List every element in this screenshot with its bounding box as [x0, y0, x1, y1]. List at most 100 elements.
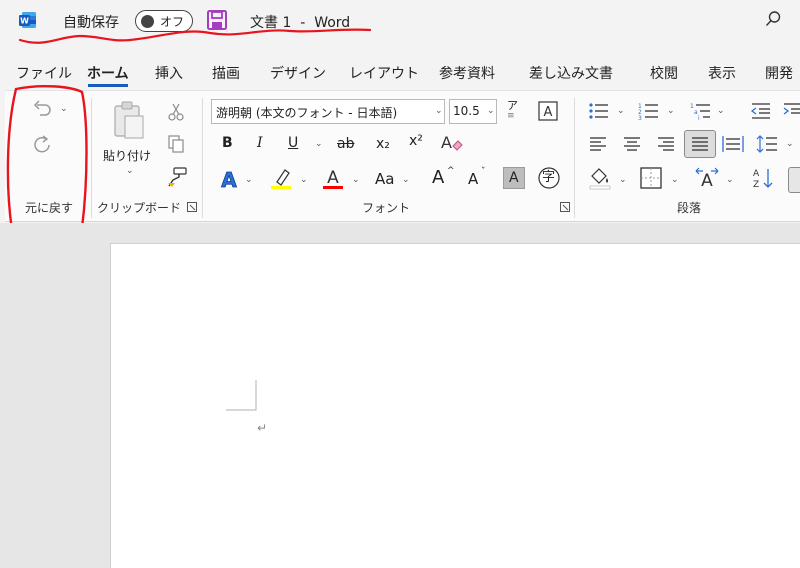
margin-corner-mark [226, 380, 257, 411]
save-icon[interactable] [206, 9, 228, 31]
cut-icon[interactable] [166, 102, 186, 122]
sort-icon[interactable]: A Z [752, 166, 774, 190]
character-border-icon[interactable]: A [538, 101, 558, 121]
document-title: 文書 1 - Word [250, 15, 351, 31]
paragraph-group-label: 段落 [677, 201, 702, 215]
font-name-dropdown-icon[interactable]: ⌄ [435, 106, 443, 116]
numbering-dropdown-icon[interactable]: ⌄ [667, 106, 675, 116]
svg-text:Z: Z [753, 180, 759, 190]
tab-insert[interactable]: 挿入 [155, 63, 183, 83]
shading-icon[interactable] [588, 166, 612, 190]
highlight-icon[interactable] [269, 166, 293, 190]
svg-text:i: i [698, 115, 700, 121]
align-left-icon[interactable] [588, 134, 608, 154]
multilevel-list-icon[interactable]: 1 a i [690, 101, 712, 121]
svg-text:A: A [544, 105, 553, 120]
tab-design[interactable]: デザイン [270, 63, 326, 83]
increase-indent-icon[interactable] [782, 101, 800, 121]
word-logo-icon[interactable]: W [18, 10, 38, 30]
bullets-icon[interactable] [588, 101, 610, 121]
phonetic-guide-lines-icon: ≡ [507, 111, 515, 121]
shrink-font-arrow-icon: ˇ [481, 167, 486, 177]
highlight-dropdown-icon[interactable]: ⌄ [300, 175, 308, 185]
tab-layout[interactable]: レイアウト [349, 63, 419, 83]
phonetic-guide-icon[interactable]: ア [507, 100, 518, 111]
clear-formatting-icon[interactable]: A [440, 132, 464, 154]
italic-button[interactable]: I [257, 136, 263, 150]
svg-text:A: A [701, 171, 713, 190]
document-page[interactable] [110, 243, 800, 568]
change-case-dropdown-icon[interactable]: ⌄ [402, 175, 410, 185]
font-color-icon[interactable]: A [322, 166, 344, 190]
undo-icon[interactable] [30, 99, 54, 121]
autosave-label: 自動保存 [63, 15, 119, 31]
show-hide-marks-button[interactable] [788, 167, 800, 193]
subscript-button[interactable]: x₂ [376, 137, 390, 151]
undo-dropdown-icon[interactable]: ⌄ [60, 104, 68, 114]
tab-mailings[interactable]: 差し込み文書 [529, 63, 613, 83]
undo-group-label: 元に戻す [25, 201, 74, 215]
strikethrough-button[interactable]: ab [337, 137, 354, 151]
superscript-button[interactable]: x² [409, 134, 423, 148]
numbering-icon[interactable]: 1 2 3 [638, 101, 660, 121]
redo-icon[interactable] [30, 133, 54, 157]
group-separator [91, 98, 92, 218]
font-launcher-icon[interactable] [560, 202, 570, 212]
format-painter-icon[interactable] [166, 166, 188, 188]
font-name-box[interactable]: 游明朝 (本文のフォント - 日本語) [211, 99, 445, 124]
autosave-state: オフ [160, 15, 185, 29]
borders-dropdown-icon[interactable]: ⌄ [671, 175, 679, 185]
asian-layout-icon[interactable]: A [694, 166, 720, 190]
svg-text:W: W [20, 17, 29, 26]
decrease-indent-icon[interactable] [750, 101, 772, 121]
text-effects-icon[interactable]: A [218, 168, 240, 190]
paste-dropdown-icon[interactable]: ⌄ [126, 166, 134, 176]
character-shading-letter: A [509, 170, 519, 186]
tab-view[interactable]: 表示 [708, 63, 736, 83]
grow-font-arrow-icon: ^ [447, 166, 455, 176]
multilevel-list-dropdown-icon[interactable]: ⌄ [717, 106, 725, 116]
svg-text:3: 3 [638, 115, 642, 121]
bold-button[interactable]: B [222, 136, 233, 150]
justify-icon [692, 137, 708, 151]
align-right-icon[interactable] [656, 134, 676, 154]
svg-text:A: A [753, 169, 760, 179]
tab-home[interactable]: ホーム [87, 63, 129, 83]
clipboard-launcher-icon[interactable] [187, 202, 197, 212]
font-size-dropdown-icon[interactable]: ⌄ [487, 106, 495, 116]
distributed-icon[interactable] [722, 134, 744, 154]
autosave-toggle[interactable]: オフ [135, 10, 193, 32]
copy-icon[interactable] [166, 134, 186, 154]
paste-label[interactable]: 貼り付け [103, 147, 151, 164]
asian-layout-dropdown-icon[interactable]: ⌄ [726, 175, 734, 185]
search-icon[interactable] [764, 10, 782, 28]
shrink-font-button[interactable]: A [468, 172, 478, 187]
font-group-label: フォント [362, 201, 411, 215]
paragraph-mark: ↵ [257, 421, 268, 435]
tab-developer[interactable]: 開発 [765, 63, 793, 83]
svg-text:A: A [327, 168, 339, 188]
group-separator [202, 98, 203, 218]
line-spacing-icon[interactable] [756, 134, 778, 154]
enclose-characters-letter: 字 [542, 170, 556, 185]
active-tab-indicator [88, 84, 128, 87]
group-separator [574, 98, 575, 218]
tab-draw[interactable]: 描画 [212, 63, 240, 83]
bullets-dropdown-icon[interactable]: ⌄ [617, 106, 625, 116]
tab-file[interactable]: ファイル [16, 63, 72, 83]
change-case-button[interactable]: Aa [375, 172, 394, 187]
shading-dropdown-icon[interactable]: ⌄ [619, 175, 627, 185]
text-effects-dropdown-icon[interactable]: ⌄ [245, 175, 253, 185]
clipboard-group-label: クリップボード [97, 201, 182, 215]
paste-icon[interactable] [111, 100, 147, 142]
underline-button[interactable]: U [288, 136, 298, 150]
font-color-dropdown-icon[interactable]: ⌄ [352, 175, 360, 185]
grow-font-button[interactable]: A [432, 169, 444, 187]
line-spacing-dropdown-icon[interactable]: ⌄ [786, 139, 794, 149]
title-bar: W 自動保存 オフ 文書 1 - Word [0, 0, 800, 52]
tab-review[interactable]: 校閲 [650, 63, 678, 83]
underline-dropdown-icon[interactable]: ⌄ [315, 139, 323, 149]
borders-icon[interactable] [640, 167, 662, 189]
tab-references[interactable]: 参考資料 [439, 63, 495, 83]
align-center-icon[interactable] [622, 134, 642, 154]
